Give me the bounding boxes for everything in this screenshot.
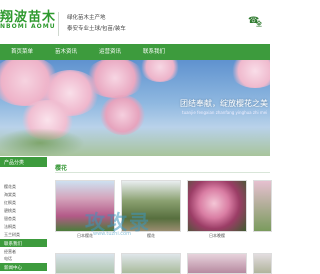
sidebar-heading: 产品分类	[4, 160, 25, 166]
tree-foliage	[0, 128, 85, 156]
logo-divider	[58, 12, 59, 36]
sidebar-section-news: 新闻中心	[0, 263, 47, 271]
sidebar-section-label: 联系我们	[4, 242, 22, 247]
contact-item: 经营者	[4, 249, 16, 254]
blossom-cluster	[100, 95, 145, 135]
product-image[interactable]	[55, 253, 115, 274]
product-image[interactable]	[253, 180, 272, 232]
product-image[interactable]	[187, 180, 247, 232]
sidebar-item-ginkgo[interactable]: 银杏类	[4, 216, 16, 222]
contact-item: 电话	[4, 256, 12, 261]
section-title: 樱花	[55, 165, 68, 172]
nav-item-ops[interactable]: 运营资讯	[90, 44, 130, 60]
nav-item-contact[interactable]: 联系我们	[134, 44, 174, 60]
main-nav: 首页菜单 苗木资讯 运营资讯 联系我们	[0, 44, 270, 60]
sidebar-section-label: 新闻中心	[4, 266, 22, 271]
phone-contact[interactable]: ☎ 全	[248, 16, 270, 32]
banner-subline: tuanjie fengxian zhanfang yinghua zhi me…	[182, 110, 268, 115]
blossom-cluster	[230, 60, 270, 88]
hero-banner[interactable]: 团结奉献，绽放樱花之美 tuanjie fengxian zhanfang yi…	[0, 60, 270, 156]
sidebar: 产品分类 樱花类 海棠类 红枫类 碧桃类 银杏类 法桐类 玉兰树类 联系我们 经…	[0, 157, 47, 272]
nav-item-home[interactable]: 首页菜单	[2, 44, 42, 60]
sidebar-item-plane[interactable]: 法桐类	[4, 224, 16, 230]
section-divider	[55, 172, 270, 173]
sidebar-item-cherry[interactable]: 樱花类	[4, 184, 16, 190]
nav-item-news[interactable]: 苗木资讯	[46, 44, 86, 60]
product-label[interactable]: 日本晚樱	[187, 233, 247, 239]
sidebar-header: 产品分类	[0, 157, 47, 167]
tagline-secondary: 泰安专业土球/包苗/装车	[67, 26, 126, 32]
product-image[interactable]	[253, 253, 272, 274]
sidebar-section-contact: 联系我们	[0, 239, 47, 247]
blossom-cluster	[85, 60, 145, 98]
watermark-url: www.tuzhi.com	[93, 231, 131, 237]
sidebar-item-crabapple[interactable]: 海棠类	[4, 192, 16, 198]
product-image[interactable]	[187, 253, 247, 274]
sidebar-item-maple[interactable]: 红枫类	[4, 200, 16, 206]
sidebar-item-peach[interactable]: 碧桃类	[4, 208, 16, 214]
site-logo-en: NBOMI AOMU	[0, 23, 56, 30]
product-image[interactable]	[121, 253, 181, 274]
blossom-cluster	[140, 60, 180, 82]
tagline-primary: 绿化苗木主产地	[67, 15, 106, 21]
banner-pager	[124, 150, 149, 156]
sidebar-item-magnolia[interactable]: 玉兰树类	[4, 232, 20, 238]
phone-text: 全	[256, 21, 263, 28]
banner-headline: 团结奉献，绽放樱花之美	[180, 99, 268, 108]
site-header: 翔波苗木 NBOMI AOMU 绿化苗木主产地 泰安专业土球/包苗/装车 ☎ 全	[0, 0, 270, 44]
